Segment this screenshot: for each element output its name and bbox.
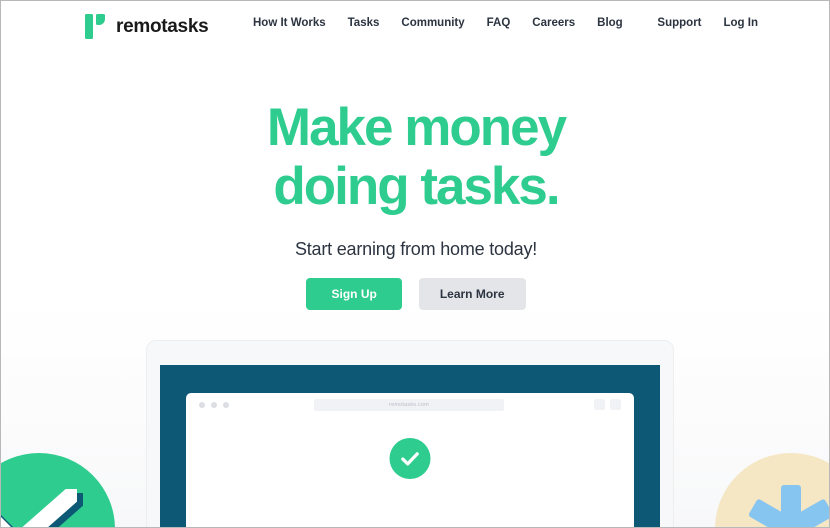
- nav-item-faq[interactable]: FAQ: [487, 17, 511, 30]
- hero-section: Make money doing tasks. Start earning fr…: [1, 98, 829, 310]
- site-header: remotasks How It Works Tasks Community F…: [1, 1, 829, 51]
- browser-url-bar[interactable]: remotasks.com: [314, 399, 504, 411]
- decor-asterisk-badge: [715, 453, 829, 527]
- asterisk-icon: [748, 485, 829, 527]
- traffic-light-dot: [223, 402, 229, 408]
- browser-traffic-lights-icon: [199, 402, 229, 408]
- primary-navigation: How It Works Tasks Community FAQ Careers…: [253, 17, 623, 30]
- browser-toolbar: remotasks.com: [186, 393, 634, 417]
- nav-item-blog[interactable]: Blog: [597, 17, 623, 30]
- window-control-square-icon[interactable]: [610, 399, 621, 410]
- learn-more-button[interactable]: Learn More: [418, 278, 526, 310]
- brand-logo[interactable]: remotasks: [85, 13, 209, 39]
- nav-item-log-in[interactable]: Log In: [724, 17, 759, 30]
- browser-url-text: remotasks.com: [389, 402, 429, 408]
- nav-item-tasks[interactable]: Tasks: [348, 17, 380, 30]
- logo-dot-shape: [96, 13, 105, 25]
- screen-check-circle-icon: [389, 438, 431, 479]
- decor-check-badge: [1, 453, 115, 527]
- sign-up-button[interactable]: Sign Up: [306, 278, 402, 310]
- brand-name: remotasks: [116, 15, 209, 37]
- nav-item-how-it-works[interactable]: How It Works: [253, 17, 326, 30]
- nav-item-careers[interactable]: Careers: [532, 17, 575, 30]
- traffic-light-dot: [211, 402, 217, 408]
- decor-check-mark-icon: [1, 489, 77, 527]
- secondary-navigation: Support Log In: [657, 17, 759, 30]
- hero-title-line-1: Make money: [266, 98, 567, 157]
- hero-title: Make money doing tasks.: [1, 98, 829, 216]
- page-root: remotasks How It Works Tasks Community F…: [0, 0, 830, 528]
- nav-item-support[interactable]: Support: [657, 17, 701, 30]
- traffic-light-dot: [199, 402, 205, 408]
- logo-bar-shape: [85, 13, 93, 39]
- remotasks-logo-mark-icon: [85, 13, 106, 39]
- hero-title-line-2: doing tasks.: [273, 157, 560, 216]
- laptop-mockup: remotasks.com: [146, 340, 674, 527]
- hero-button-group: Sign Up Learn More: [1, 278, 829, 310]
- hero-subtitle: Start earning from home today!: [294, 239, 538, 259]
- nav-item-community[interactable]: Community: [401, 17, 464, 30]
- browser-window-controls: [594, 399, 621, 410]
- window-control-square-icon[interactable]: [594, 399, 605, 410]
